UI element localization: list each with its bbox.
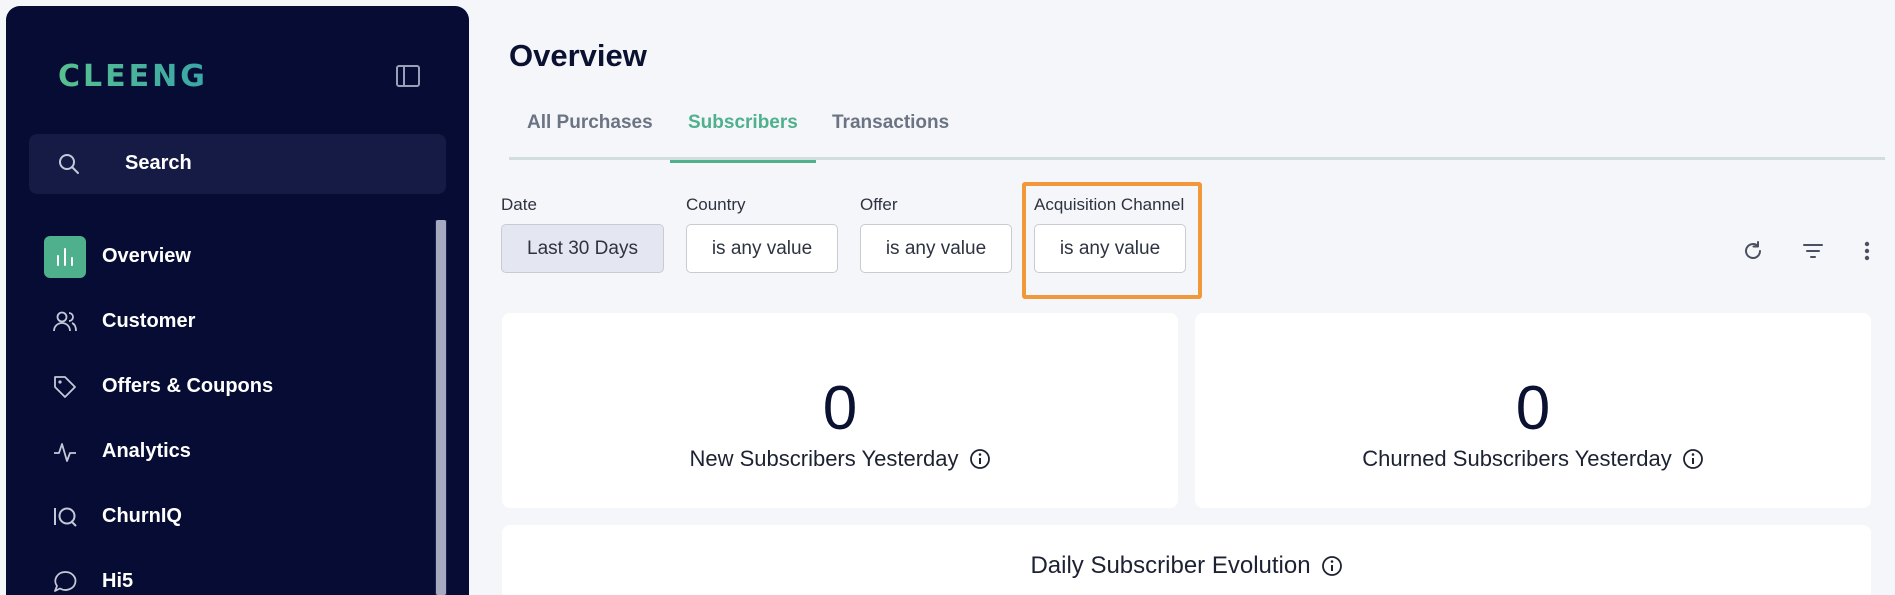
metric-caption-text: Churned Subscribers Yesterday bbox=[1362, 446, 1672, 471]
info-icon[interactable] bbox=[1682, 448, 1704, 470]
sidebar-search-label: Search bbox=[125, 152, 192, 174]
sidebar-item-label: Hi5 bbox=[102, 570, 134, 592]
sidebar-item-label: Offers & Coupons bbox=[102, 375, 274, 397]
svg-text:CLEENG: CLEENG bbox=[58, 59, 208, 92]
bar-chart-icon bbox=[44, 236, 86, 278]
daily-subscriber-evolution-card: Daily Subscriber Evolution bbox=[502, 525, 1871, 595]
main-content: Overview All Purchases Subscribers Trans… bbox=[469, 0, 1895, 595]
filter-label: Country bbox=[686, 195, 746, 214]
filter-country: Country is any value bbox=[686, 195, 838, 273]
sidebar-item-customer[interactable]: Customer bbox=[6, 291, 436, 356]
sidebar-item-label: Overview bbox=[102, 245, 191, 267]
filter-date: Date Last 30 Days bbox=[501, 195, 664, 273]
metric-caption: Churned Subscribers Yesterday bbox=[1195, 446, 1871, 472]
cleeng-logo[interactable]: CLEENG bbox=[58, 58, 244, 92]
tab-transactions[interactable]: Transactions bbox=[814, 112, 967, 160]
churn-iq-icon bbox=[44, 496, 86, 538]
more-options-button[interactable] bbox=[1852, 236, 1882, 266]
churned-subscribers-card: 0 Churned Subscribers Yesterday bbox=[1195, 313, 1871, 508]
sidebar-item-label: Customer bbox=[102, 310, 196, 332]
metric-value: 0 bbox=[1515, 374, 1551, 443]
sidebar-search[interactable]: Search bbox=[29, 134, 446, 194]
tab-subscribers[interactable]: Subscribers bbox=[670, 112, 816, 163]
metric-caption-text: New Subscribers Yesterday bbox=[689, 446, 959, 471]
refresh-icon bbox=[1745, 241, 1761, 259]
more-vertical-icon bbox=[1864, 241, 1870, 261]
page-title: Overview bbox=[509, 38, 647, 73]
tab-all-purchases[interactable]: All Purchases bbox=[509, 112, 671, 160]
chat-bubble-icon bbox=[44, 561, 86, 595]
metric-value: 0 bbox=[822, 374, 858, 443]
filter-label: Offer bbox=[860, 195, 898, 214]
info-icon[interactable] bbox=[1321, 555, 1343, 577]
filter-label: Date bbox=[501, 195, 537, 214]
sidebar-collapse-button[interactable] bbox=[394, 62, 422, 90]
activity-icon bbox=[44, 431, 86, 473]
highlight-outline bbox=[1022, 182, 1202, 299]
card-title-text: Daily Subscriber Evolution bbox=[1030, 552, 1311, 579]
filter-offer-button[interactable]: is any value bbox=[860, 224, 1012, 273]
filter-offer: Offer is any value bbox=[860, 195, 1012, 273]
search-icon bbox=[59, 154, 79, 174]
sidebar-item-offers-coupons[interactable]: Offers & Coupons bbox=[6, 356, 436, 421]
tag-icon bbox=[44, 366, 86, 408]
sidebar-item-analytics[interactable]: Analytics bbox=[6, 421, 436, 486]
sidebar-item-hi5[interactable]: Hi5 bbox=[6, 551, 436, 595]
filter-lines-icon bbox=[1803, 244, 1823, 258]
sidebar-item-churniq[interactable]: ChurnIQ bbox=[6, 486, 436, 551]
info-icon[interactable] bbox=[969, 448, 991, 470]
sidebar-nav: Overview Customer Offers & Coupons Analy… bbox=[6, 226, 436, 595]
metric-caption: New Subscribers Yesterday bbox=[502, 446, 1178, 472]
sidebar-toggle-icon bbox=[396, 65, 420, 87]
sidebar-item-label: Analytics bbox=[102, 440, 191, 462]
sidebar-item-overview[interactable]: Overview bbox=[6, 226, 436, 291]
refresh-button[interactable] bbox=[1738, 236, 1768, 266]
sidebar: CLEENG Search Overview Customer Offers &… bbox=[6, 6, 469, 595]
card-title: Daily Subscriber Evolution bbox=[502, 552, 1871, 580]
sidebar-scrollbar-thumb[interactable] bbox=[436, 220, 446, 595]
tab-bar: All Purchases Subscribers Transactions bbox=[509, 100, 1885, 163]
filter-button[interactable] bbox=[1798, 236, 1828, 266]
filter-country-button[interactable]: is any value bbox=[686, 224, 838, 273]
new-subscribers-card: 0 New Subscribers Yesterday bbox=[502, 313, 1178, 508]
sidebar-item-label: ChurnIQ bbox=[102, 505, 182, 527]
users-icon bbox=[44, 301, 86, 343]
filter-date-button[interactable]: Last 30 Days bbox=[501, 224, 664, 273]
